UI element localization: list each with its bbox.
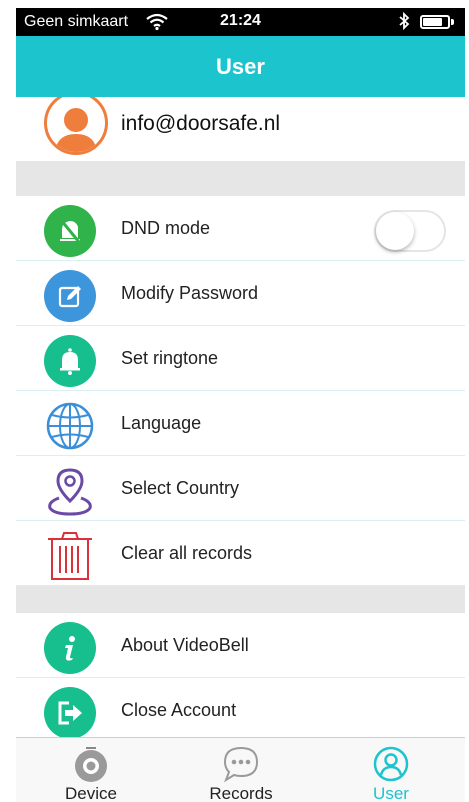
clear-records-label: Clear all records	[121, 543, 253, 563]
menu-item-language[interactable]: Language	[16, 391, 465, 456]
menu-item-modify-password[interactable]: Modify Password	[16, 261, 465, 326]
menu-item-about[interactable]: About VideoBell	[16, 613, 465, 678]
trash-icon	[44, 530, 96, 582]
select-country-label: Select Country	[121, 478, 240, 498]
status-bar: Geen simkaart 21:24	[16, 8, 465, 36]
menu-item-select-country[interactable]: Select Country	[16, 456, 465, 521]
menu-item-dnd: DND mode	[16, 196, 465, 261]
section-divider	[16, 586, 465, 613]
dnd-label: DND mode	[121, 218, 211, 238]
dnd-toggle[interactable]	[374, 210, 446, 252]
dnd-icon	[44, 205, 96, 257]
edit-icon	[44, 270, 96, 322]
camera-icon	[72, 745, 110, 783]
close-account-label: Close Account	[121, 700, 237, 720]
bluetooth-icon	[398, 11, 410, 35]
about-label: About VideoBell	[121, 635, 249, 655]
menu-item-close-account[interactable]: Close Account	[16, 678, 465, 743]
battery-level	[423, 18, 442, 26]
tab-user[interactable]: User	[316, 738, 465, 802]
toggle-knob	[376, 212, 414, 250]
menu-item-clear-records[interactable]: Clear all records	[16, 521, 465, 586]
globe-icon	[44, 400, 96, 452]
section-divider	[16, 161, 465, 196]
user-icon	[372, 745, 410, 783]
tab-bar: Device Records User	[16, 737, 465, 802]
page-title: User	[216, 54, 265, 79]
chat-bubble-icon	[222, 745, 260, 783]
avatar	[44, 97, 108, 155]
battery-tip	[451, 19, 454, 25]
menu-item-set-ringtone[interactable]: Set ringtone	[16, 326, 465, 391]
location-pin-icon	[44, 465, 96, 517]
modify-password-label: Modify Password	[121, 283, 259, 303]
tab-records-label: Records	[209, 784, 273, 802]
bell-icon	[44, 335, 96, 387]
battery-icon	[420, 15, 450, 29]
set-ringtone-label: Set ringtone	[121, 348, 219, 368]
user-email: info@doorsafe.nl	[121, 112, 281, 135]
logout-icon	[44, 687, 96, 739]
tab-device[interactable]: Device	[16, 738, 166, 802]
app-screen: Geen simkaart 21:24 User info@doorsafe.n…	[16, 8, 465, 802]
info-icon	[44, 622, 96, 674]
profile-row[interactable]: info@doorsafe.nl	[16, 97, 465, 161]
tab-records[interactable]: Records	[166, 738, 316, 802]
user-silhouette-icon	[55, 108, 97, 152]
tab-device-label: Device	[65, 784, 117, 802]
navigation-bar: User	[16, 36, 465, 97]
tab-user-label: User	[373, 784, 409, 802]
language-label: Language	[121, 413, 202, 433]
